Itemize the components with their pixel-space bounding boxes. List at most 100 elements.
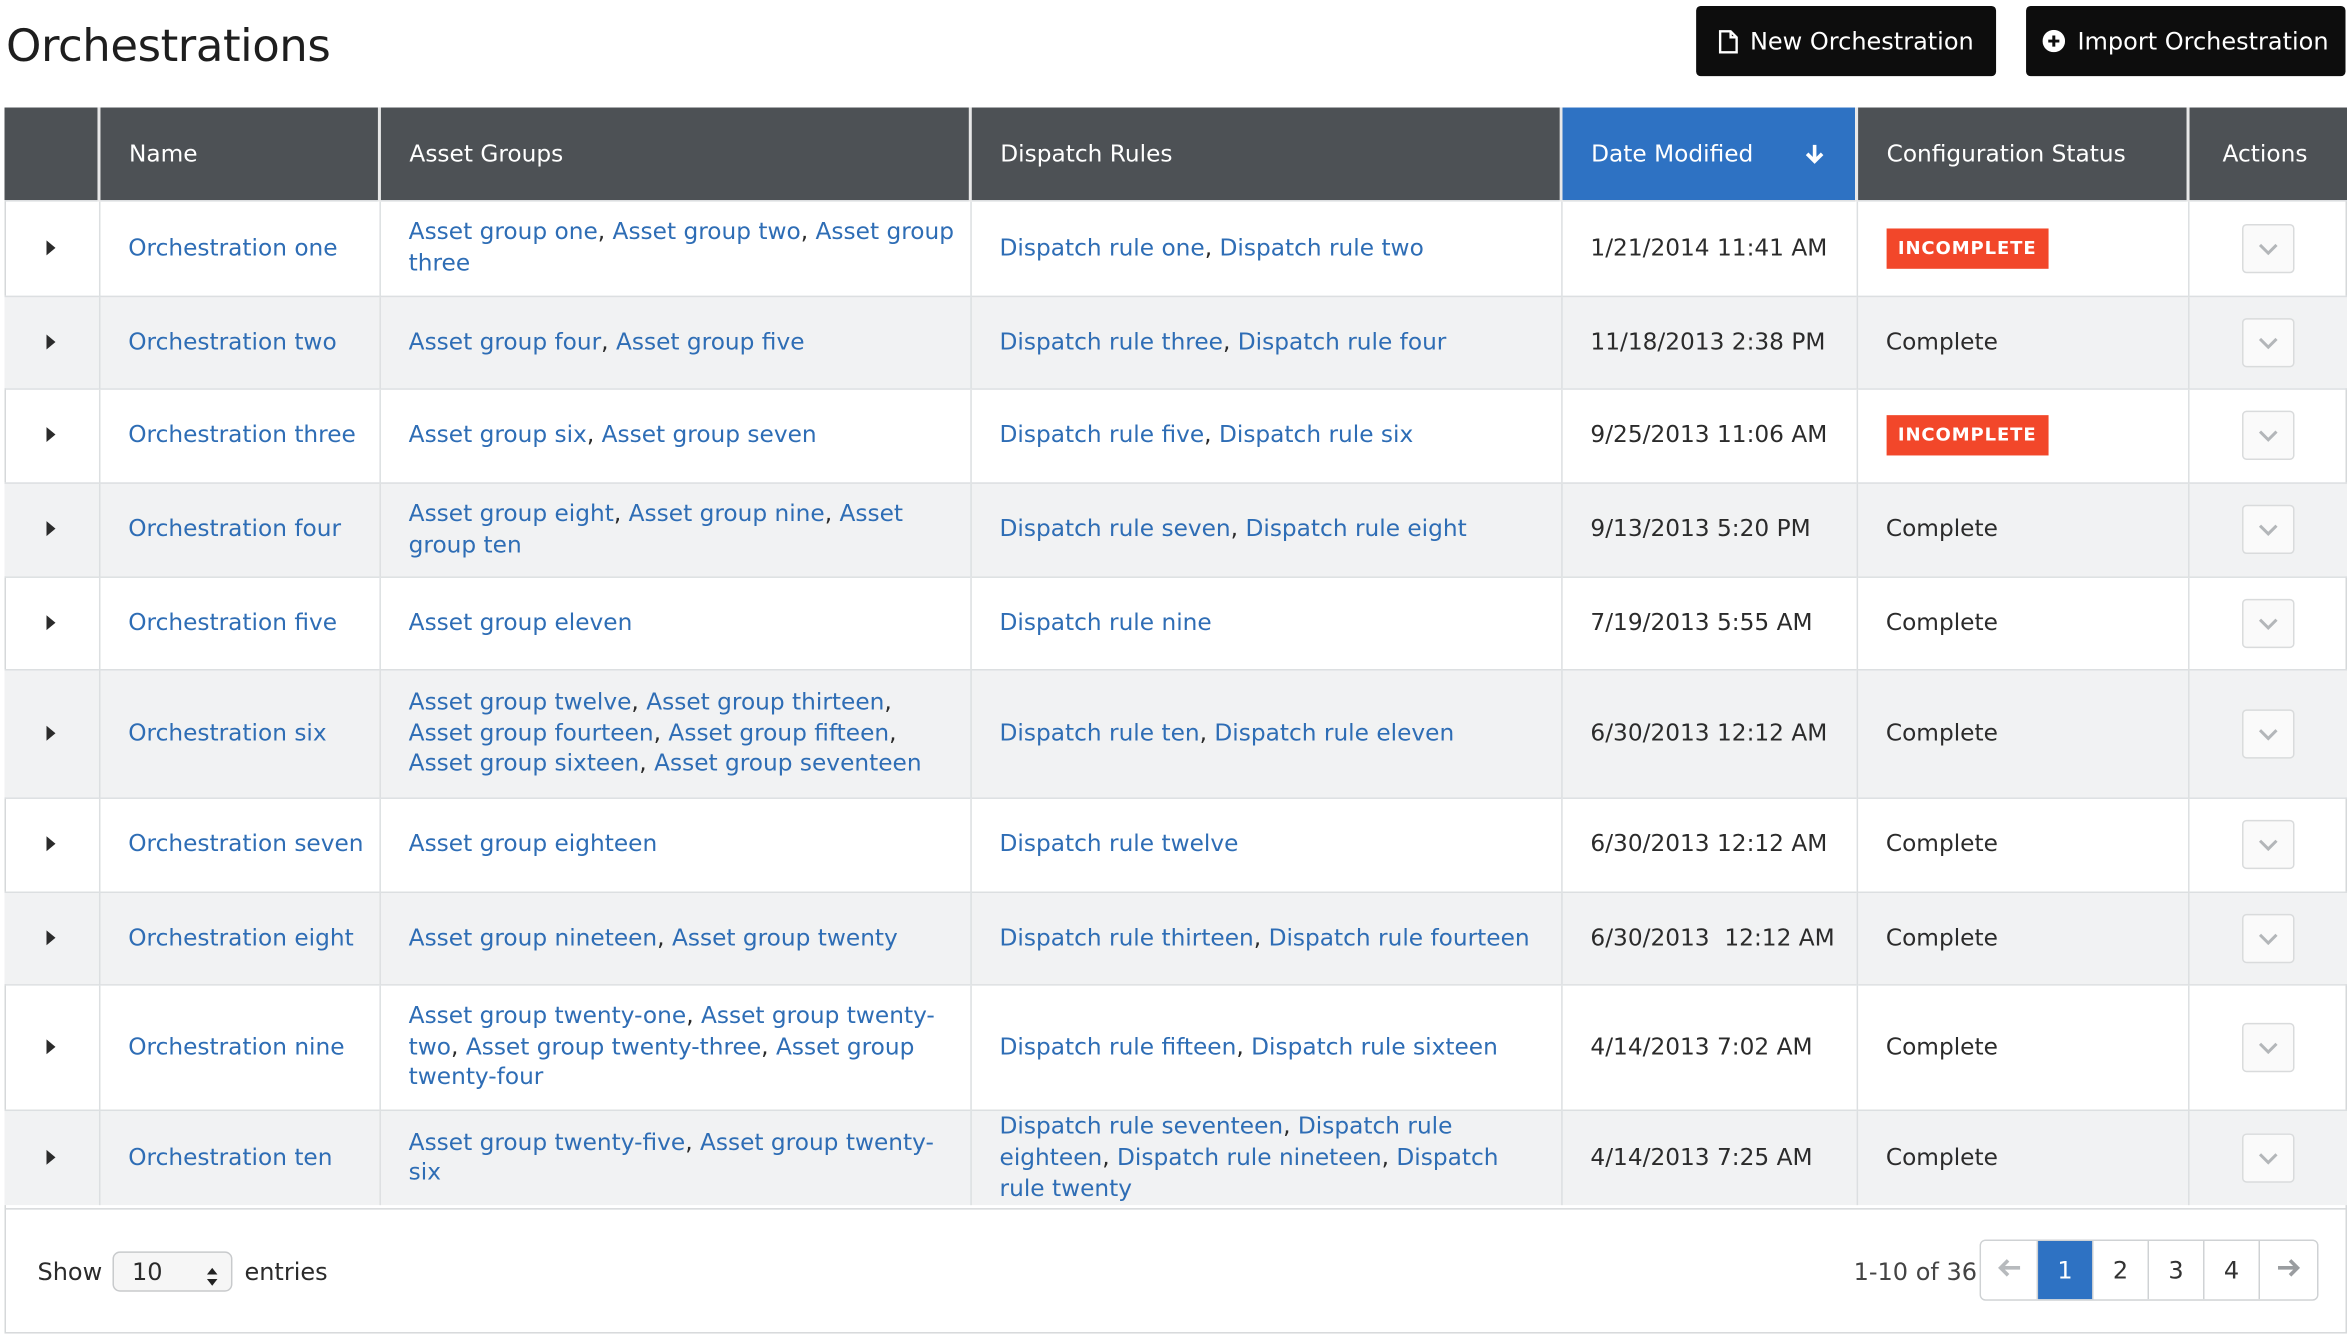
date-modified-cell: 6/30/2013 12:12 AM <box>1561 890 1858 985</box>
asset-group-link[interactable]: Asset group seven <box>602 421 817 448</box>
page-button-4[interactable]: 4 <box>2204 1240 2261 1300</box>
asset-group-link[interactable]: Asset group eight <box>409 500 614 527</box>
date-modified-cell: 4/14/2013 7:25 AM <box>1561 1108 1858 1206</box>
row-actions-button[interactable] <box>2241 317 2295 367</box>
caret-right-icon[interactable] <box>46 614 56 630</box>
actions-cell <box>2188 387 2347 483</box>
dispatch-rule-link[interactable]: Dispatch rule sixteen <box>1251 1033 1498 1060</box>
asset-group-link[interactable]: Asset group one <box>409 218 598 245</box>
dispatch-rule-link[interactable]: Dispatch rule ten <box>1000 719 1200 746</box>
row-actions-button[interactable] <box>2241 913 2295 963</box>
previous-page-button[interactable] <box>1981 1240 2039 1300</box>
asset-group-link[interactable]: Asset group eleven <box>409 609 633 636</box>
date-modified-cell: 7/19/2013 5:55 AM <box>1561 575 1858 670</box>
column-header-configuration-status[interactable]: Configuration Status <box>1856 107 2190 201</box>
asset-group-link[interactable]: Asset group twenty-three <box>466 1033 761 1060</box>
caret-right-icon[interactable] <box>46 521 56 537</box>
asset-groups-cell: Asset group twenty-one, Asset group twen… <box>379 983 972 1110</box>
asset-group-link[interactable]: Asset group twenty-one <box>409 1002 687 1029</box>
dispatch-rule-link[interactable]: Dispatch rule seventeen <box>1000 1113 1284 1140</box>
asset-group-link[interactable]: Asset group fourteen <box>409 719 654 746</box>
dispatch-rule-link[interactable]: Dispatch rule thirteen <box>1000 924 1254 951</box>
caret-right-icon[interactable] <box>46 1149 56 1165</box>
row-actions-button[interactable] <box>2241 819 2295 870</box>
row-actions-button[interactable] <box>2241 504 2295 555</box>
dispatch-rule-link[interactable]: Dispatch rule twelve <box>1000 831 1239 858</box>
column-header-name[interactable]: Name <box>98 107 381 201</box>
caret-right-icon[interactable] <box>46 239 56 255</box>
caret-right-icon[interactable] <box>46 836 56 852</box>
orchestration-name-link[interactable]: Orchestration six <box>128 719 326 746</box>
caret-right-icon[interactable] <box>46 929 56 945</box>
status-text: Complete <box>1885 515 1998 543</box>
asset-group-link[interactable]: Asset group nineteen <box>409 924 658 951</box>
import-orchestration-button[interactable]: Import Orchestration <box>2026 5 2346 77</box>
asset-group-link[interactable]: Asset group nine <box>629 500 825 527</box>
caret-right-icon[interactable] <box>46 427 56 443</box>
asset-group-link[interactable]: Asset group six <box>409 421 587 448</box>
orchestration-name-link[interactable]: Orchestration one <box>128 234 337 261</box>
orchestration-name-link[interactable]: Orchestration three <box>128 421 356 448</box>
asset-group-link[interactable]: Asset group twelve <box>409 688 632 715</box>
page-button-2[interactable]: 2 <box>2093 1240 2150 1300</box>
dispatch-rule-link[interactable]: Dispatch rule one <box>1000 234 1205 261</box>
dispatch-rule-link[interactable]: Dispatch rule eight <box>1245 515 1466 542</box>
asset-group-link[interactable]: Asset group four <box>409 328 602 355</box>
orchestration-name-link[interactable]: Orchestration nine <box>128 1033 344 1060</box>
show-label: Show <box>37 1257 103 1286</box>
status-text: Complete <box>1885 608 1998 636</box>
page-size-select[interactable]: 10 <box>112 1251 233 1292</box>
new-orchestration-button[interactable]: New Orchestration <box>1696 5 1997 77</box>
dispatch-rule-link[interactable]: Dispatch rule six <box>1219 421 1413 448</box>
orchestration-name-link[interactable]: Orchestration two <box>128 328 336 355</box>
row-actions-button[interactable] <box>2241 410 2295 460</box>
row-actions-button[interactable] <box>2241 598 2295 648</box>
dispatch-rule-link[interactable]: Dispatch rule fourteen <box>1269 924 1530 951</box>
asset-group-link[interactable]: Asset group twenty <box>672 924 898 951</box>
dispatch-rule-link[interactable]: Dispatch rule seven <box>1000 515 1231 542</box>
dispatch-rule-link[interactable]: Dispatch rule nine <box>1000 609 1212 636</box>
asset-group-link[interactable]: Asset group seventeen <box>654 750 921 777</box>
asset-group-link[interactable]: Asset group five <box>616 328 805 355</box>
dispatch-rule-link[interactable]: Dispatch rule two <box>1220 234 1424 261</box>
column-header-date-modified[interactable]: Date Modified <box>1561 107 1859 201</box>
page-button-1[interactable]: 1 <box>2038 1240 2094 1300</box>
actions-cell <box>2188 294 2347 389</box>
caret-right-icon[interactable] <box>46 333 56 349</box>
dispatch-rule-link[interactable]: Dispatch rule five <box>1000 421 1205 448</box>
asset-group-link[interactable]: Asset group thirteen <box>646 688 884 715</box>
table-row: Orchestration six Asset group twelve, Ass… <box>4 668 2347 798</box>
dispatch-rules-cell: Dispatch rule seventeen, Dispatch rule e… <box>970 1108 1562 1206</box>
row-actions-button[interactable] <box>2241 708 2295 758</box>
asset-group-link[interactable]: Asset group sixteen <box>409 750 640 777</box>
orchestration-name-link[interactable]: Orchestration eight <box>128 924 353 951</box>
asset-group-link[interactable]: Asset group two <box>613 218 801 245</box>
column-header-asset-groups[interactable]: Asset Groups <box>379 107 972 201</box>
column-header-dispatch-rules[interactable]: Dispatch Rules <box>970 107 1563 201</box>
orchestration-name-link[interactable]: Orchestration seven <box>128 831 363 858</box>
dispatch-rule-link[interactable]: Dispatch rule four <box>1238 328 1447 355</box>
dispatch-rule-link[interactable]: Dispatch rule nineteen <box>1117 1144 1382 1171</box>
name-cell: Orchestration three <box>98 387 381 483</box>
caret-right-icon[interactable] <box>46 725 56 741</box>
orchestration-name-link[interactable]: Orchestration four <box>128 515 341 542</box>
date-modified-cell: 1/21/2014 11:41 AM <box>1561 199 1858 296</box>
orchestration-name-link[interactable]: Orchestration ten <box>128 1144 332 1171</box>
dispatch-rule-link[interactable]: Dispatch rule eleven <box>1214 719 1454 746</box>
orchestration-name-link[interactable]: Orchestration five <box>128 609 337 636</box>
page-button-3[interactable]: 3 <box>2149 1240 2205 1300</box>
asset-group-link[interactable]: Asset group eighteen <box>409 831 658 858</box>
row-actions-button[interactable] <box>2241 1133 2295 1183</box>
date-modified-cell: 11/18/2013 2:38 PM <box>1561 294 1858 389</box>
configuration-status-cell: Complete <box>1856 983 2189 1110</box>
dispatch-rule-link[interactable]: Dispatch rule three <box>1000 328 1223 355</box>
asset-group-link[interactable]: Asset group fifteen <box>668 719 889 746</box>
row-actions-button[interactable] <box>2241 223 2295 273</box>
dispatch-rule-link[interactable]: Dispatch rule fifteen <box>1000 1033 1237 1060</box>
asset-group-link[interactable]: Asset group twenty-five <box>409 1128 686 1155</box>
status-text: Complete <box>1885 1032 1998 1060</box>
row-actions-button[interactable] <box>2241 1022 2295 1072</box>
caret-right-icon[interactable] <box>46 1038 56 1054</box>
dispatch-rules-cell: Dispatch rule three, Dispatch rule four <box>970 294 1562 389</box>
next-page-button[interactable] <box>2260 1240 2318 1300</box>
